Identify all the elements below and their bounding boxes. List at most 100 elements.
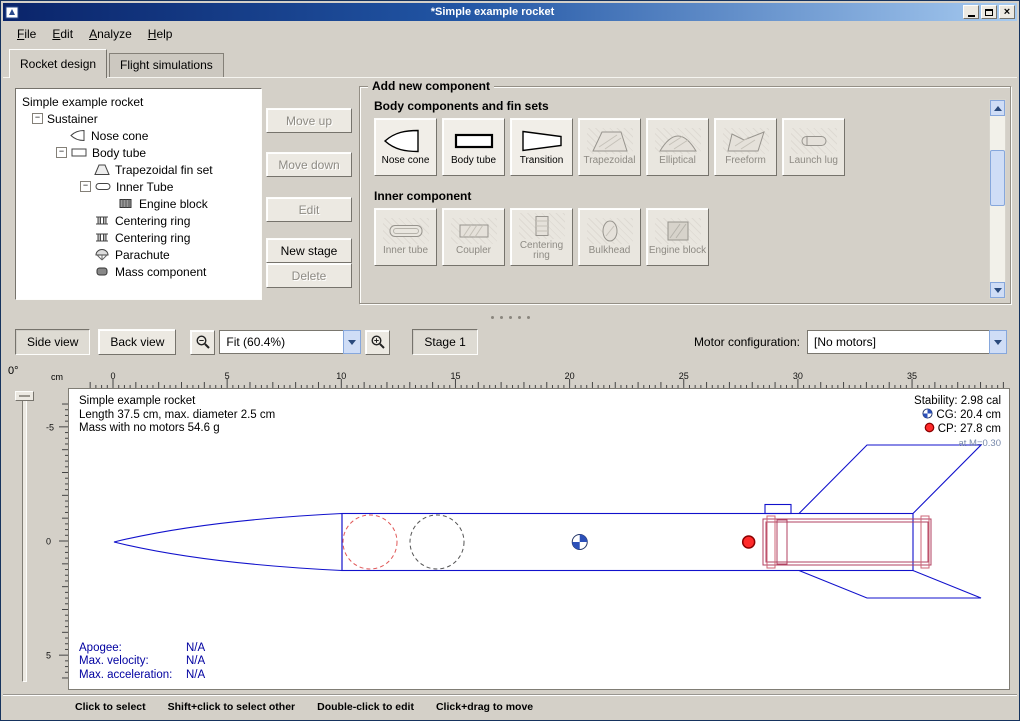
svg-text:15: 15 <box>450 371 460 381</box>
svg-text:-5: -5 <box>46 422 54 432</box>
tree-item[interactable]: Mass component <box>18 263 259 280</box>
action-button[interactable]: New stage <box>266 238 352 263</box>
motor-configuration-value[interactable]: [No motors] <box>807 330 989 354</box>
component-button[interactable]: Coupler <box>442 208 505 266</box>
fin-bottom-outline <box>799 571 981 599</box>
tree-item[interactable]: Engine block <box>18 195 259 212</box>
tree-item-label: Parachute <box>115 248 170 262</box>
vertical-ruler: -5 0 5 <box>44 388 68 690</box>
view-toolbar: Side view Back view Fit (60.4%) Stage 1 … <box>3 322 1017 362</box>
component-label: Engine block <box>649 246 706 256</box>
cg-icon <box>922 408 933 419</box>
menu-item[interactable]: File <box>9 23 44 45</box>
cp-label: CP: <box>938 423 957 435</box>
component-icon <box>587 128 633 154</box>
tree-item[interactable]: Parachute <box>18 246 259 263</box>
tree-item-label: Sustainer <box>47 112 98 126</box>
magnifier-plus-icon <box>370 334 386 350</box>
tree-item[interactable]: Centering ring <box>18 229 259 246</box>
menu-item[interactable]: Help <box>140 23 181 45</box>
flight-stat-label: Max. acceleration: <box>79 669 186 683</box>
scrollbar-thumb[interactable] <box>990 150 1005 206</box>
motor-configuration-combo[interactable]: [No motors] <box>807 330 1007 354</box>
tree-item-label: Trapezoidal fin set <box>115 163 213 177</box>
component-button[interactable]: Centering ring <box>510 208 573 266</box>
flight-stat-value: N/A <box>186 655 205 667</box>
tree-item[interactable]: Body tube <box>18 144 259 161</box>
side-view-button[interactable]: Side view <box>15 329 90 355</box>
engine-block-outline <box>777 520 787 564</box>
component-button[interactable]: Engine block <box>646 208 709 266</box>
rotation-slider-handle[interactable] <box>15 391 34 401</box>
tree-action-buttons: Move up Move down Edit New stageDelete <box>266 97 352 288</box>
menu-item[interactable]: Analyze <box>81 23 140 45</box>
minimize-button[interactable] <box>963 5 979 19</box>
tree-item-label: Engine block <box>139 197 208 211</box>
component-button[interactable]: Launch lug <box>782 118 845 176</box>
stage-1-button[interactable]: Stage 1 <box>412 329 477 355</box>
motor-combo-arrow[interactable] <box>989 330 1007 354</box>
component-label: Centering ring <box>512 241 571 261</box>
tree-item-label: Simple example rocket <box>22 95 143 109</box>
component-icon <box>723 128 769 154</box>
zoom-combo-arrow[interactable] <box>343 330 361 354</box>
tree-item-icon <box>94 214 111 227</box>
component-scrollbar[interactable] <box>989 99 1006 299</box>
body-components-label: Body components and fin sets <box>374 99 1010 113</box>
rotation-slider-track[interactable] <box>22 396 27 682</box>
tree-item[interactable]: Centering ring <box>18 212 259 229</box>
chevron-down-icon <box>348 340 356 345</box>
tree-item[interactable]: Inner Tube <box>18 178 259 195</box>
tree-item[interactable]: Simple example rocket <box>18 93 259 110</box>
action-button[interactable]: Delete <box>266 263 352 288</box>
magnifier-minus-icon <box>195 334 211 350</box>
stability-row: Stability: 2.98 cal <box>914 395 1001 408</box>
menubar: FileEditAnalyzeHelp <box>3 21 1017 47</box>
component-label: Freeform <box>725 156 766 166</box>
tree-item[interactable]: Trapezoidal fin set <box>18 161 259 178</box>
flight-stat-row: Max. velocity:N/A <box>79 655 205 669</box>
rocket-design-pane: Simple example rocket Sustainer Nose con… <box>3 77 1017 718</box>
action-button[interactable]: Move up <box>266 108 352 133</box>
splitter-grip-icon <box>491 316 494 319</box>
svg-text:5: 5 <box>46 651 51 661</box>
tree-item-icon <box>94 231 111 244</box>
action-button[interactable]: Edit <box>266 197 352 222</box>
group-title: Add new component <box>368 79 494 93</box>
svg-text:0: 0 <box>110 371 115 381</box>
component-button[interactable]: Body tube <box>442 118 505 176</box>
close-icon: × <box>1004 7 1010 17</box>
tab[interactable]: Flight simulations <box>109 53 224 77</box>
close-button[interactable]: × <box>999 5 1015 19</box>
tab[interactable]: Rocket design <box>9 49 107 78</box>
rocket-canvas[interactable]: Simple example rocketLength 37.5 cm, max… <box>68 388 1010 690</box>
component-button[interactable]: Trapezoidal <box>578 118 641 176</box>
zoom-combo[interactable]: Fit (60.4%) <box>219 330 361 354</box>
component-button[interactable]: Nose cone <box>374 118 437 176</box>
splitter-handle[interactable] <box>3 312 1017 322</box>
component-button[interactable]: Freeform <box>714 118 777 176</box>
scroll-up-button[interactable] <box>990 100 1005 116</box>
svg-text:20: 20 <box>565 371 575 381</box>
svg-text:0: 0 <box>46 537 51 547</box>
arrow-down-icon <box>994 288 1002 293</box>
maximize-button[interactable] <box>981 5 997 19</box>
status-hint: Click+drag to move <box>436 701 533 713</box>
component-button[interactable]: Transition <box>510 118 573 176</box>
tree-item-label: Inner Tube <box>116 180 173 194</box>
tree-item[interactable]: Nose cone <box>18 127 259 144</box>
component-button[interactable]: Bulkhead <box>578 208 641 266</box>
component-button[interactable]: Inner tube <box>374 208 437 266</box>
action-button[interactable]: Move down <box>266 152 352 177</box>
zoom-value[interactable]: Fit (60.4%) <box>219 330 343 354</box>
scroll-down-button[interactable] <box>990 282 1005 298</box>
component-button[interactable]: Elliptical <box>646 118 709 176</box>
tree-item[interactable]: Sustainer <box>18 110 259 127</box>
menu-item[interactable]: Edit <box>44 23 81 45</box>
component-icon <box>451 218 497 244</box>
zoom-in-button[interactable] <box>365 330 390 355</box>
tree-item-icon <box>95 180 112 193</box>
back-view-button[interactable]: Back view <box>98 329 176 355</box>
zoom-out-button[interactable] <box>190 330 215 355</box>
tabstrip: Rocket designFlight simulations <box>3 47 1017 77</box>
